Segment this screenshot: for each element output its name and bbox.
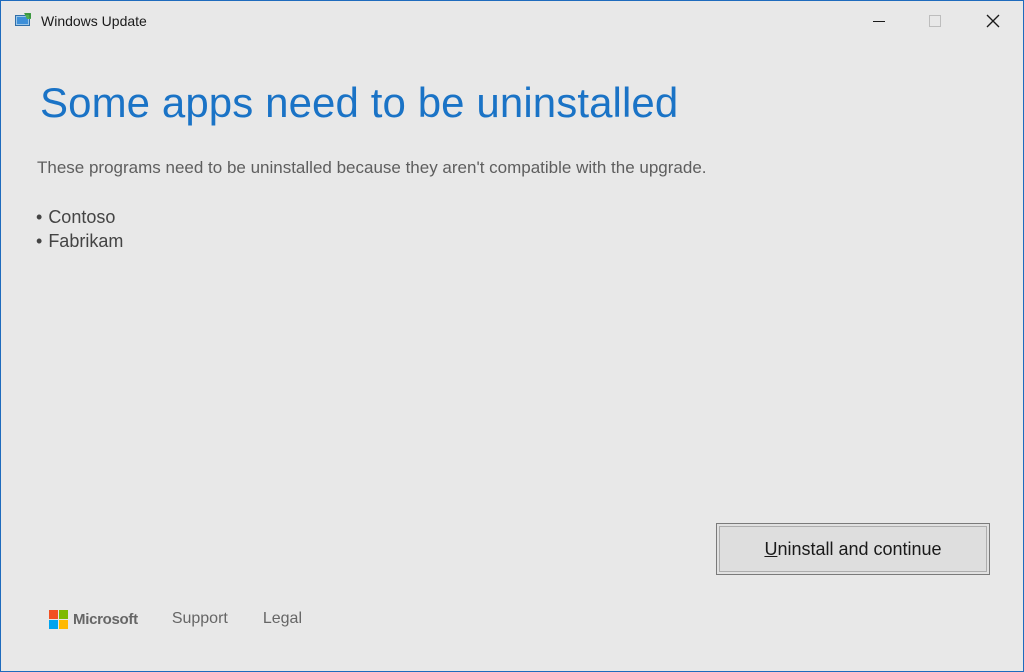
legal-link[interactable]: Legal — [263, 610, 302, 628]
microsoft-logo-icon — [49, 609, 68, 629]
close-button[interactable] — [965, 1, 1021, 41]
list-item: • Contoso — [36, 205, 123, 229]
windows-update-icon — [15, 13, 31, 26]
access-key: U — [764, 538, 778, 559]
footer: Microsoft Support Legal — [49, 608, 302, 630]
bullet: • — [36, 207, 43, 227]
button-label-rest: ninstall and continue — [777, 538, 942, 559]
microsoft-logo: Microsoft — [49, 609, 138, 629]
support-link[interactable]: Support — [172, 610, 228, 628]
button-label: Uninstall and continue — [764, 539, 941, 560]
app-name: Contoso — [48, 207, 116, 227]
window-title: Windows Update — [41, 13, 147, 29]
page-heading: Some apps need to be uninstalled — [40, 79, 679, 126]
title-bar[interactable]: Windows Update — [1, 1, 1023, 41]
microsoft-wordmark: Microsoft — [73, 610, 138, 628]
app-name: Fabrikam — [48, 231, 124, 251]
minimize-icon — [873, 21, 885, 22]
uninstall-and-continue-button[interactable]: Uninstall and continue — [716, 523, 990, 575]
description-text: These programs need to be uninstalled be… — [37, 158, 707, 177]
windows-update-dialog: Windows Update Some apps need to be unin… — [0, 0, 1024, 672]
list-item: • Fabrikam — [36, 229, 123, 253]
maximize-icon — [929, 15, 941, 27]
incompatible-apps-list: • Contoso • Fabrikam — [36, 205, 123, 253]
close-icon — [986, 14, 1000, 28]
minimize-button[interactable] — [851, 1, 907, 41]
maximize-button[interactable] — [907, 1, 963, 41]
bullet: • — [36, 231, 43, 251]
